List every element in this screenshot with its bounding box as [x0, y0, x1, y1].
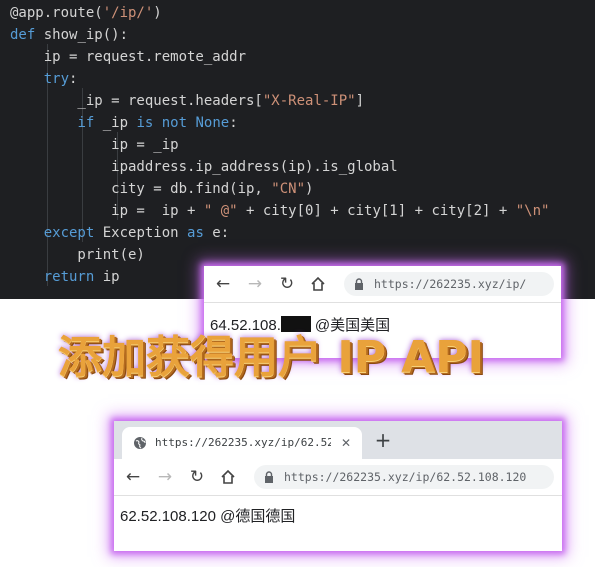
code-line: print(e): [10, 247, 145, 263]
code-line: if _ip is not None:: [77, 115, 238, 131]
code-line: ip = _ip: [10, 137, 179, 153]
browser-toolbar: ← → ↻ https://262235.xyz/ip/62.52.108.12…: [114, 459, 562, 496]
tab-strip: https://262235.xyz/ip/62.52.1 ✕ +: [114, 421, 562, 459]
browser-toolbar: ← → ↻ https://262235.xyz/ip/: [204, 266, 561, 303]
plus-icon[interactable]: +: [372, 429, 394, 451]
code-editor: @app.route('/ip/') def show_ip(): ip = re…: [0, 0, 595, 299]
lock-icon: [355, 278, 363, 290]
globe-icon: [134, 437, 146, 449]
url-text: https://262235.xyz/ip/: [374, 277, 527, 291]
code-line: @app.route('/ip/'): [10, 5, 162, 21]
code-line: return ip: [43, 269, 120, 285]
code-line: ip = request.remote_addr: [10, 49, 247, 65]
browser-tab[interactable]: https://262235.xyz/ip/62.52.1 ✕: [122, 427, 362, 459]
redaction-block: [280, 316, 311, 332]
address-bar[interactable]: https://262235.xyz/ip/62.52.108.120: [254, 465, 554, 489]
headline-title: 添加获得用户 IP API: [58, 332, 484, 383]
code-line: try:: [43, 71, 78, 87]
ip-result: 62.52.108.120 @德国德国: [120, 508, 296, 525]
back-arrow-icon[interactable]: ←: [212, 273, 234, 295]
code-line: _ip = request.headers["X-Real-IP"]: [10, 93, 365, 109]
home-icon[interactable]: [307, 273, 329, 295]
home-icon[interactable]: [217, 466, 239, 488]
code-line: def show_ip():: [10, 27, 129, 43]
forward-arrow-icon[interactable]: →: [154, 466, 176, 488]
url-text: https://262235.xyz/ip/62.52.108.120: [284, 470, 527, 484]
code-line: ip = ip + " @" + city[0] + city[1] + cit…: [10, 203, 550, 219]
reload-icon[interactable]: ↻: [186, 466, 208, 488]
code-line: except Exception as e:: [43, 225, 230, 241]
lock-icon: [265, 471, 273, 483]
close-icon[interactable]: ✕: [338, 435, 354, 451]
back-arrow-icon[interactable]: ←: [122, 466, 144, 488]
tab-title: https://262235.xyz/ip/62.52.1: [155, 436, 331, 449]
code-line: ipaddress.ip_address(ip).is_global: [10, 159, 398, 175]
browser-window-de: https://262235.xyz/ip/62.52.1 ✕ + ← → ↻ …: [114, 421, 562, 551]
reload-icon[interactable]: ↻: [276, 273, 298, 295]
forward-arrow-icon[interactable]: →: [244, 273, 266, 295]
code-line: city = db.find(ip, "CN"): [10, 181, 314, 197]
address-bar[interactable]: https://262235.xyz/ip/: [344, 272, 554, 296]
